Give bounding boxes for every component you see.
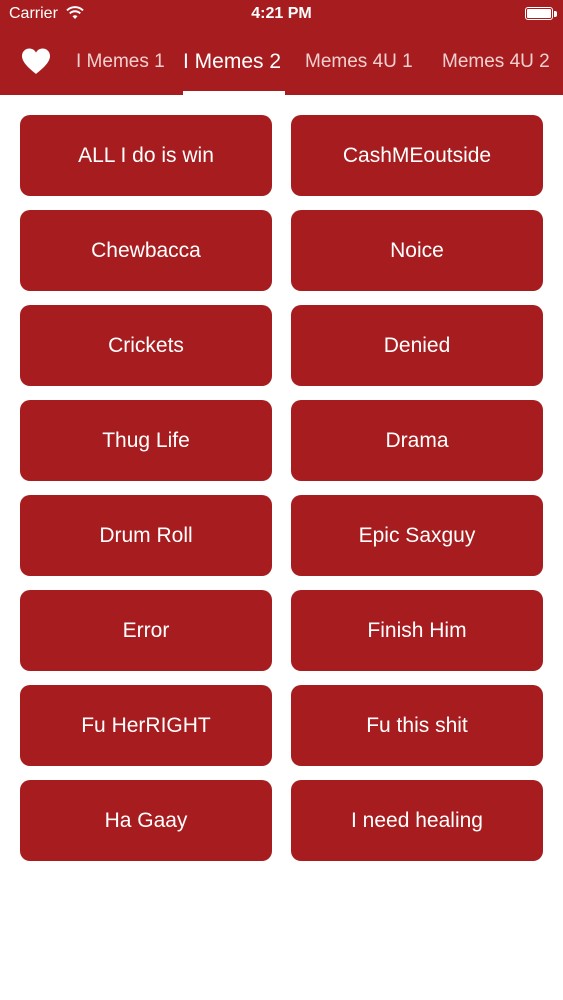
status-bar: Carrier 4:21 PM [0, 0, 563, 30]
sound-button-fu-herright[interactable]: Fu HerRIGHT [20, 685, 272, 766]
sound-button-thug-life[interactable]: Thug Life [20, 400, 272, 481]
tab-memes-4u-1[interactable]: Memes 4U 1 [305, 44, 413, 94]
battery-icon [525, 7, 553, 20]
sound-button-finish-him[interactable]: Finish Him [291, 590, 543, 671]
sound-button-crickets[interactable]: Crickets [20, 305, 272, 386]
tab-memes-4u-2[interactable]: Memes 4U 2 [442, 44, 550, 94]
tab-bar: I Memes 1 I Memes 2 Memes 4U 1 Memes 4U … [0, 44, 563, 94]
sound-button-drama[interactable]: Drama [291, 400, 543, 481]
sound-button-chewbacca[interactable]: Chewbacca [20, 210, 272, 291]
status-time: 4:21 PM [251, 5, 312, 22]
sound-button-all-i-do-is-win[interactable]: ALL I do is win [20, 115, 272, 196]
top-bar: Carrier 4:21 PM I Memes 1 I Memes 2 Meme… [0, 0, 563, 95]
sound-button-grid: ALL I do is win CashMEoutside Chewbacca … [20, 115, 543, 861]
sound-button-drum-roll[interactable]: Drum Roll [20, 495, 272, 576]
sound-button-epic-saxguy[interactable]: Epic Saxguy [291, 495, 543, 576]
sound-button-cashmeoutside[interactable]: CashMEoutside [291, 115, 543, 196]
tab-i-memes-2[interactable]: I Memes 2 [183, 44, 281, 94]
active-tab-indicator [183, 91, 285, 95]
sound-button-i-need-healing[interactable]: I need healing [291, 780, 543, 861]
battery-tip [554, 11, 557, 17]
tab-i-memes-1[interactable]: I Memes 1 [76, 44, 165, 94]
sound-button-error[interactable]: Error [20, 590, 272, 671]
sound-button-denied[interactable]: Denied [291, 305, 543, 386]
sound-button-ha-gaay[interactable]: Ha Gaay [20, 780, 272, 861]
battery-level [527, 9, 551, 18]
sound-button-fu-this-shit[interactable]: Fu this shit [291, 685, 543, 766]
sound-button-noice[interactable]: Noice [291, 210, 543, 291]
